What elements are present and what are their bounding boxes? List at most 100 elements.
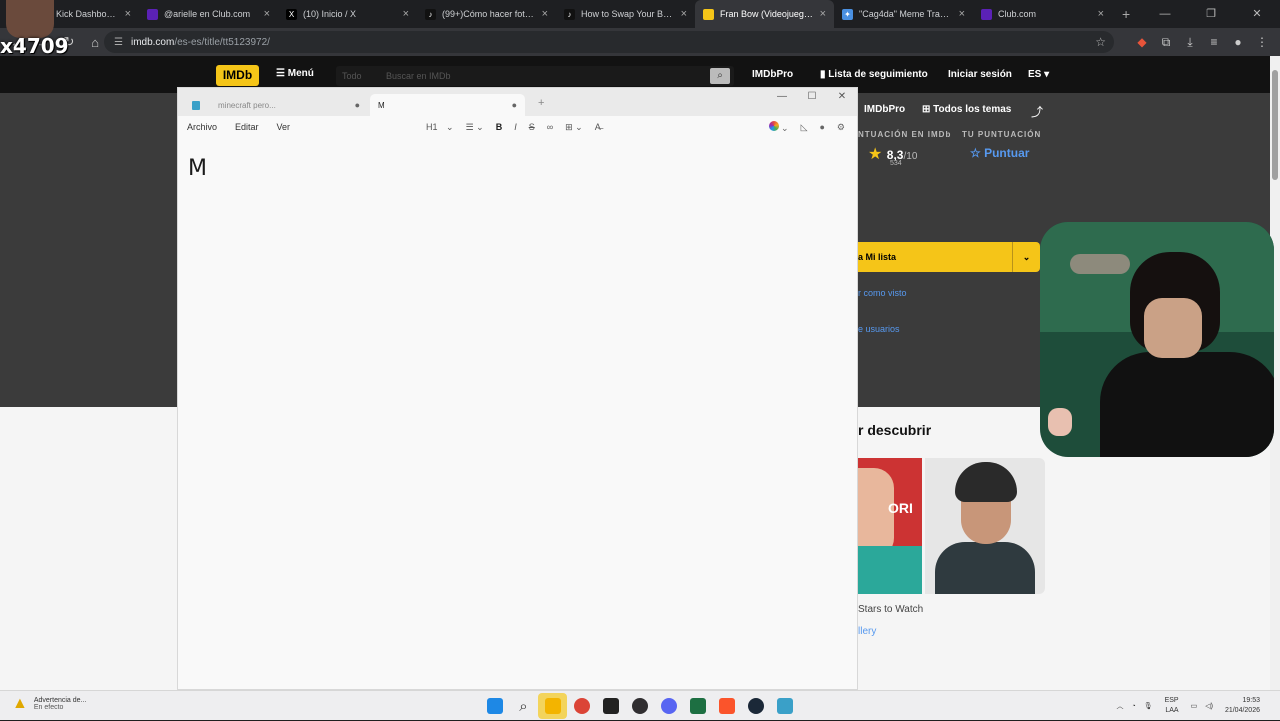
maximize-button[interactable]: ☐ [797,88,827,106]
terminal-icon[interactable] [596,693,625,719]
browser-tab[interactable]: @arielle en Club.com × [139,0,278,28]
notepad-tab[interactable]: minecraft pero... ● [184,94,368,116]
editor-text[interactable]: M [188,156,207,181]
close-icon[interactable]: × [264,8,270,20]
copilot-icon[interactable]: ⌄ [768,120,789,134]
italic-icon[interactable]: I [514,122,517,132]
search-category[interactable]: Todo [342,66,362,86]
gallery-link[interactable]: llery [858,626,876,637]
announcement-icon[interactable]: ◺ [801,122,808,133]
obs-icon[interactable] [625,693,654,719]
webcam-person-face [1144,298,1202,358]
user-reviews-link[interactable]: e usuarios [858,324,900,334]
add-to-list-button[interactable]: a Mi lista ⌄ [858,242,1040,272]
microphone [1070,254,1130,274]
menu-archivo[interactable]: Archivo [187,122,217,132]
steam-icon[interactable] [741,693,770,719]
clear-format-icon[interactable]: A̶ [595,122,601,132]
login-link[interactable]: Iniciar sesión [948,69,1012,80]
imdb-rating[interactable]: ★ 8,3/10 534 [868,144,917,167]
discover-card[interactable]: ORI [858,458,922,594]
strikethrough-icon[interactable]: S [529,122,535,132]
excel-icon[interactable] [683,693,712,719]
menu-editar[interactable]: Editar [235,122,259,132]
extension-icon[interactable]: ◆ [1130,35,1154,49]
search-input[interactable]: Todo Buscar en IMDb ⌕ [336,66,734,86]
imdb-logo[interactable]: IMDb [216,65,259,86]
mark-seen-link[interactable]: r como visto [858,288,907,298]
all-topics-link[interactable]: ⊞ Todos los temas [922,104,1011,115]
close-icon[interactable]: × [125,8,131,20]
clock[interactable]: 19:53 21/04/2026 [1221,696,1264,716]
search-icon[interactable]: ⌕ [509,693,538,719]
network-icon[interactable]: ▭ [1191,702,1198,710]
notepad-window: minecraft pero... ● M ● + — ☐ ✕ Archivo Ed… [177,87,858,690]
notepad-tab-active[interactable]: M ● [370,94,525,116]
list-icon[interactable]: ☰ ⌄ [466,122,484,133]
unsaved-dot-icon[interactable]: ● [512,100,517,110]
menu-ver[interactable]: Ver [277,122,291,132]
bold-icon[interactable]: B [496,122,503,132]
browser-tab[interactable]: Club.com × [973,0,1112,28]
close-window-button[interactable]: ✕ [1234,0,1280,28]
brave-icon[interactable] [712,693,741,719]
chrome-icon[interactable] [567,693,596,719]
browser-tab-active[interactable]: Fran Bow (Videojuego 20 × [695,0,834,28]
close-icon[interactable]: × [1098,8,1104,20]
download-icon[interactable]: ⤓ [1178,35,1202,50]
maximize-button[interactable]: ❐ [1188,0,1234,28]
sticker-image [1048,408,1072,436]
table-icon[interactable]: ⊞ ⌄ [565,122,583,133]
puzzle-icon[interactable]: ⧉ [1154,35,1178,50]
tray-app-icon[interactable]: ◔ [1131,703,1135,710]
address-bar[interactable]: ☰ imdb.com/es-es/title/tt5123972/ ☆ [104,31,1114,53]
discover-card[interactable] [925,458,1045,594]
minimize-button[interactable]: — [1142,0,1188,28]
close-icon[interactable]: × [959,8,965,20]
menu-button[interactable]: ☰ Menú [276,68,314,79]
chevron-down-icon[interactable]: ⌄ [1012,242,1040,272]
file-explorer-icon[interactable] [538,693,567,719]
bookmark-star-icon[interactable]: ☆ [1095,35,1106,49]
search-icon[interactable]: ⌕ [710,68,730,84]
close-icon[interactable]: × [681,8,687,20]
chevron-up-icon[interactable]: ︿ [1116,701,1123,711]
close-icon[interactable]: × [403,8,409,20]
more-icon[interactable]: ⋮ [1250,35,1274,49]
stars-to-watch-label[interactable]: Stars to Watch [858,604,923,615]
discord-icon[interactable] [654,693,683,719]
close-icon[interactable]: × [820,8,826,20]
volume-icon[interactable]: ◁) [1205,702,1213,710]
scrollbar-thumb[interactable] [1272,70,1278,180]
notepad-tab-bar: minecraft pero... ● M ● + — ☐ ✕ [178,88,857,116]
share-icon[interactable]: ⤴ [1031,103,1043,120]
notepad-icon[interactable] [770,693,799,719]
close-window-button[interactable]: ✕ [827,88,857,106]
start-icon[interactable] [480,693,509,719]
browser-tab[interactable]: X (10) Inicio / X × [278,0,417,28]
minimize-button[interactable]: — [767,88,797,106]
imdbpro-title-link[interactable]: IMDbPro [864,104,905,115]
close-icon[interactable]: × [542,8,548,20]
link-icon[interactable]: ∞ [547,122,553,132]
profile-avatar[interactable]: ● [1226,35,1250,49]
microphone-icon[interactable]: 🎙 [1144,702,1153,710]
rate-button[interactable]: ☆ Puntuar [970,146,1029,160]
language-indicator[interactable]: ESP LAA [1161,696,1183,716]
new-tab-button[interactable]: + [1112,6,1140,22]
heading-select[interactable]: H1 ⌄ [420,122,454,133]
browser-tab[interactable]: ♪ How to Swap Your Body × [556,0,695,28]
language-select[interactable]: ES ▾ [1028,69,1049,80]
watchlist-link[interactable]: ▮ Lista de seguimiento [820,69,928,80]
settings-gear-icon[interactable]: ⚙ [837,122,845,133]
site-info-icon[interactable]: ☰ [114,37,123,48]
imdbpro-link[interactable]: IMDbPro [752,69,793,80]
browser-tab[interactable]: ♪ (99+)Cómo hacer fotos c × [417,0,556,28]
browser-tab[interactable]: ✦ "Cag4da" Meme Translat × [834,0,973,28]
new-tab-button[interactable]: + [538,97,544,109]
notepad-editor[interactable]: M [178,138,857,689]
account-icon[interactable]: ● [819,122,824,132]
unsaved-dot-icon[interactable]: ● [355,100,360,110]
notification-widget[interactable]: ▲ Advertencia de... En efecto [12,695,86,713]
media-icon[interactable]: ≡ [1202,35,1226,49]
